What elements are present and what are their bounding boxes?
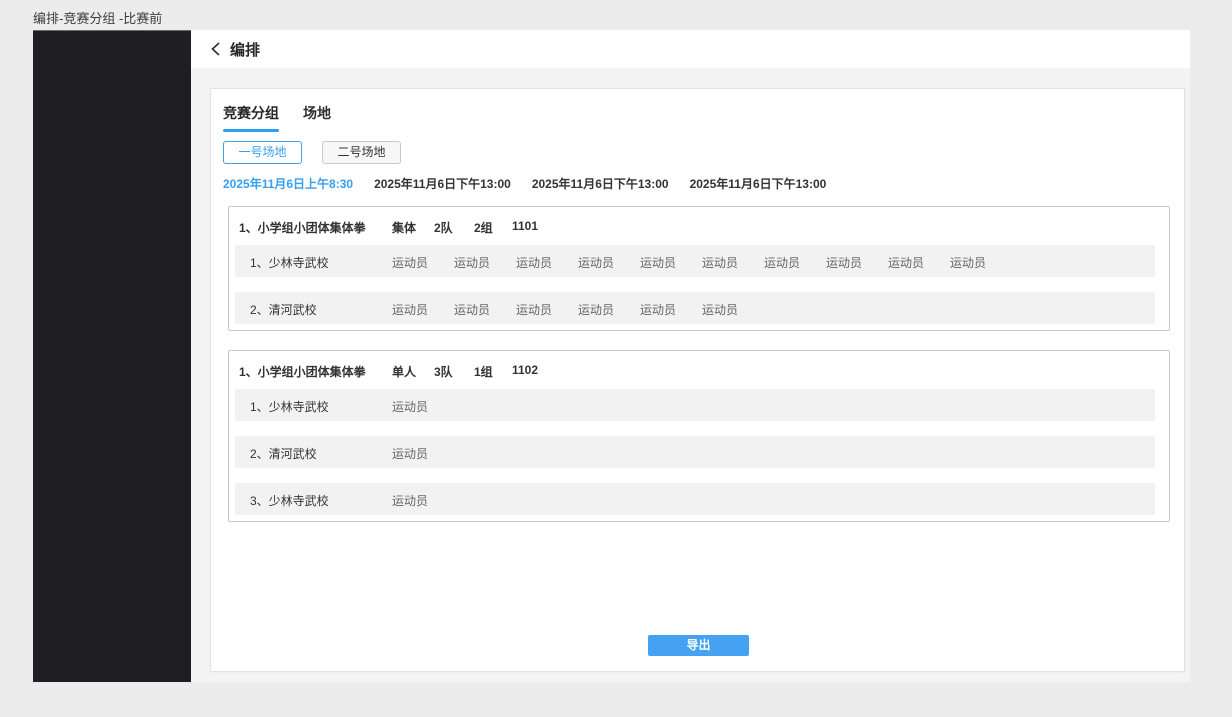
venue-1-button[interactable]: 一号场地 bbox=[223, 141, 302, 164]
athlete-list: 运动员 bbox=[392, 445, 454, 463]
athlete-cell: 运动员 bbox=[640, 254, 702, 271]
group-code: 1102 bbox=[512, 363, 538, 377]
venue-2-button[interactable]: 二号场地 bbox=[322, 141, 401, 164]
group-code: 1101 bbox=[512, 219, 538, 233]
group-header: 1、小学组小团体集体拳 单人 3队 1组 1102 bbox=[229, 351, 1169, 389]
athlete-cell: 运动员 bbox=[578, 301, 640, 318]
team-row: 1、少林寺武校 运动员 bbox=[235, 389, 1155, 421]
athlete-cell: 运动员 bbox=[392, 445, 454, 462]
sidebar bbox=[33, 30, 191, 682]
athlete-cell: 运动员 bbox=[516, 301, 578, 318]
breadcrumb: 编排-竞赛分组 -比赛前 bbox=[33, 8, 162, 27]
back-button[interactable] bbox=[210, 41, 221, 57]
group-team-count: 3队 bbox=[434, 363, 453, 380]
team-rows: 1、少林寺武校 运动员运动员运动员运动员运动员运动员运动员运动员运动员运动员 2… bbox=[229, 245, 1169, 324]
team-row: 2、清河武校 运动员 bbox=[235, 436, 1155, 468]
team-name: 1、少林寺武校 bbox=[250, 398, 329, 415]
group-number: 2组 bbox=[474, 219, 493, 236]
athlete-cell: 运动员 bbox=[392, 254, 454, 271]
content-panel: 竞赛分组场地 一号场地二号场地 2025年11月6日上午8:302025年11月… bbox=[210, 88, 1185, 672]
session-date-bar: 2025年11月6日上午8:30 2025年11月6日下午13:00 2025年11… bbox=[223, 175, 826, 192]
page-header: 编排 bbox=[191, 30, 1190, 68]
athlete-cell: 运动员 bbox=[516, 254, 578, 271]
group-card-1: 1、小学组小团体集体拳 集体 2队 2组 1101 1、少林寺武校 运动员运动员… bbox=[228, 206, 1170, 331]
session-date-2[interactable]: 2025年11月6日下午13:00 bbox=[374, 175, 511, 192]
athlete-cell: 运动员 bbox=[640, 301, 702, 318]
team-name: 2、清河武校 bbox=[250, 301, 317, 318]
tab-bar: 竞赛分组场地 bbox=[223, 103, 331, 132]
athlete-cell: 运动员 bbox=[454, 301, 516, 318]
group-card-2: 1、小学组小团体集体拳 单人 3队 1组 1102 1、少林寺武校 运动员 2、… bbox=[228, 350, 1170, 522]
page-title: 编排 bbox=[230, 39, 260, 60]
group-list: 1、小学组小团体集体拳 集体 2队 2组 1101 1、少林寺武校 运动员运动员… bbox=[228, 206, 1170, 541]
tab-competition-grouping[interactable]: 竞赛分组 bbox=[223, 103, 279, 132]
export-button[interactable]: 导出 bbox=[648, 635, 749, 656]
athlete-cell: 运动员 bbox=[764, 254, 826, 271]
group-type: 集体 bbox=[392, 219, 416, 236]
team-name: 1、少林寺武校 bbox=[250, 254, 329, 271]
athlete-list: 运动员运动员运动员运动员运动员运动员运动员运动员运动员运动员 bbox=[392, 254, 1012, 272]
venue-button-group: 一号场地二号场地 bbox=[223, 141, 401, 164]
session-date-4[interactable]: 2025年11月6日下午13:00 bbox=[690, 175, 827, 192]
athlete-cell: 运动员 bbox=[702, 254, 764, 271]
athlete-cell: 运动员 bbox=[826, 254, 888, 271]
group-team-count: 2队 bbox=[434, 219, 453, 236]
group-title: 1、小学组小团体集体拳 bbox=[239, 219, 366, 236]
group-number: 1组 bbox=[474, 363, 493, 380]
team-row: 3、少林寺武校 运动员 bbox=[235, 483, 1155, 515]
group-title: 1、小学组小团体集体拳 bbox=[239, 363, 366, 380]
team-name: 3、少林寺武校 bbox=[250, 492, 329, 509]
group-header: 1、小学组小团体集体拳 集体 2队 2组 1101 bbox=[229, 207, 1169, 245]
athlete-cell: 运动员 bbox=[392, 301, 454, 318]
athlete-cell: 运动员 bbox=[950, 254, 1012, 271]
team-name: 2、清河武校 bbox=[250, 445, 317, 462]
tab-venue[interactable]: 场地 bbox=[303, 103, 331, 132]
team-row: 1、少林寺武校 运动员运动员运动员运动员运动员运动员运动员运动员运动员运动员 bbox=[235, 245, 1155, 277]
athlete-cell: 运动员 bbox=[888, 254, 950, 271]
team-row: 2、清河武校 运动员运动员运动员运动员运动员运动员 bbox=[235, 292, 1155, 324]
session-date-1[interactable]: 2025年11月6日上午8:30 bbox=[223, 175, 353, 192]
team-rows: 1、少林寺武校 运动员 2、清河武校 运动员 3、少林寺武校 运动员 bbox=[229, 389, 1169, 515]
group-type: 单人 bbox=[392, 363, 416, 380]
athlete-cell: 运动员 bbox=[392, 398, 454, 415]
athlete-cell: 运动员 bbox=[454, 254, 516, 271]
athlete-cell: 运动员 bbox=[702, 301, 764, 318]
athlete-list: 运动员 bbox=[392, 398, 454, 416]
chevron-left-icon bbox=[210, 41, 221, 57]
session-date-3[interactable]: 2025年11月6日下午13:00 bbox=[532, 175, 669, 192]
athlete-list: 运动员 bbox=[392, 492, 454, 510]
athlete-list: 运动员运动员运动员运动员运动员运动员 bbox=[392, 301, 764, 319]
athlete-cell: 运动员 bbox=[578, 254, 640, 271]
athlete-cell: 运动员 bbox=[392, 492, 454, 509]
